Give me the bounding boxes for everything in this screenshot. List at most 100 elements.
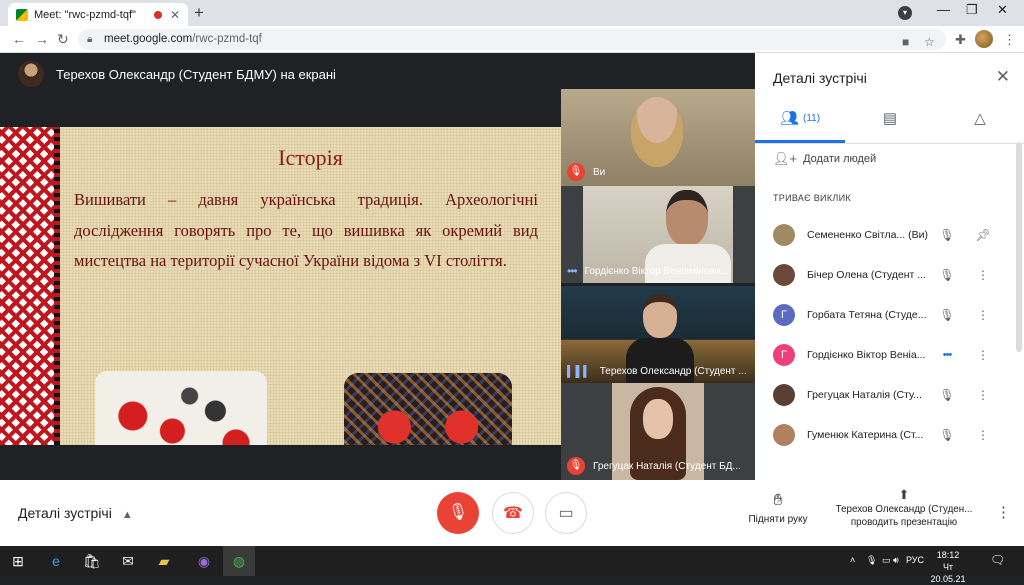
microphone-icon[interactable]: 🎙︎ — [866, 555, 877, 566]
more-options-icon[interactable]: ⋮ — [965, 348, 1001, 362]
close-window-button[interactable]: ✕ — [997, 2, 1008, 18]
chevron-up-icon[interactable]: ˄ — [850, 555, 855, 565]
tab-activities[interactable]: △ — [935, 109, 1024, 143]
language-indicator[interactable]: РУС — [906, 555, 924, 565]
participant-tile[interactable]: 🎙︎ Ви — [561, 89, 755, 186]
participant-name: Гуменюк Катерина (Ст... — [807, 429, 924, 441]
mic-off-icon[interactable]: 🎙︎ — [929, 268, 965, 282]
chat-icon: ▤ — [882, 110, 898, 127]
participant-tile[interactable]: ••• Гордієнко Віктор Веніамінови... — [561, 186, 755, 283]
people-icon: 👥︎ — [779, 110, 799, 127]
more-options-icon[interactable]: ⋮ — [965, 268, 1001, 282]
embroidery-border — [0, 127, 60, 445]
tab-people[interactable]: 👥︎ (11) — [755, 109, 845, 143]
audio-level-icon: ••• — [942, 349, 953, 361]
tile-label: Ви — [593, 166, 606, 178]
back-icon[interactable]: ← — [12, 31, 26, 47]
chrome-icon[interactable]: ◍ — [223, 546, 255, 576]
panel-scrollbar[interactable] — [1016, 142, 1022, 352]
address-bar[interactable]: 🔒︎ meet.google.com/rwc-pzmd-tqf ■ ☆ — [78, 29, 946, 50]
reload-icon[interactable]: ↻ — [57, 31, 69, 48]
list-item[interactable]: Бічер Олена (Студент ... 🎙︎ ⋮ — [755, 255, 1017, 295]
avatar — [773, 264, 795, 286]
clock[interactable]: 18:12 Чт 20.05.21 — [928, 549, 968, 585]
bookmark-star-icon[interactable]: ☆ — [924, 32, 935, 53]
clock-time: 18:12 — [936, 550, 960, 560]
more-options-icon[interactable]: ⋮ — [965, 428, 1001, 442]
tab-search-icon[interactable]: ▾ — [898, 6, 912, 20]
meeting-details-label: Деталі зустрічі — [18, 505, 112, 521]
close-tab-icon[interactable]: ✕ — [170, 8, 180, 22]
browser-toolbar: ← → ↻ 🔒︎ meet.google.com/rwc-pzmd-tqf ■ … — [0, 26, 1024, 53]
recording-indicator-icon — [153, 10, 162, 19]
tile-label: Гордієнко Віктор Веніамінови... — [584, 265, 729, 277]
mic-toggle-button[interactable]: 🎙︎ — [437, 492, 479, 534]
more-options-icon[interactable]: ⋮ — [965, 388, 1001, 402]
edge-icon[interactable]: e — [40, 546, 72, 576]
leave-call-button[interactable]: ☎︎ — [492, 492, 534, 534]
url-path: /rwc-pzmd-tqf — [192, 33, 262, 45]
minimize-button[interactable]: — — [937, 2, 950, 17]
new-tab-button[interactable]: + — [194, 3, 204, 23]
viber-icon[interactable]: ◉ — [188, 546, 220, 576]
extensions-icon[interactable]: ✚ — [955, 32, 966, 48]
more-options-icon[interactable]: ⋮ — [996, 503, 1011, 521]
list-item[interactable]: Семененко Світла... (Ви) 🎙︎ 📌︎ — [755, 215, 1017, 255]
list-item[interactable]: Гуменюк Катерина (Ст... 🎙︎ ⋮ — [755, 415, 1017, 455]
hang-up-icon: ☎︎ — [503, 505, 523, 522]
profile-avatar[interactable] — [975, 30, 993, 48]
more-options-icon[interactable]: ⋮ — [965, 308, 1001, 322]
notifications-icon[interactable]: 🗨︎ — [990, 553, 1005, 567]
participant-name: Грегуцак Наталія (Сту... — [807, 389, 922, 401]
camera-toggle-button[interactable]: ▭ — [545, 492, 587, 534]
participant-name: Бічер Олена (Студент ... — [807, 269, 927, 281]
activities-icon: △ — [974, 110, 986, 127]
pin-icon[interactable]: 📌︎ — [965, 228, 1001, 242]
volume-icon[interactable]: 🔊︎ — [893, 555, 899, 566]
store-icon[interactable]: 🛍︎ — [76, 546, 108, 576]
participant-tile[interactable]: ▍▌▍ Терехов Олександр (Студент ... — [561, 286, 755, 383]
avatar — [773, 384, 795, 406]
network-icon[interactable]: ▭ — [882, 555, 891, 566]
list-item[interactable]: Грегуцак Наталія (Сту... 🎙︎ ⋮ — [755, 375, 1017, 415]
forward-icon[interactable]: → — [35, 31, 49, 47]
tab-chat[interactable]: ▤ — [845, 109, 935, 143]
add-people-button[interactable]: 👤︎+ Додати людей — [773, 151, 876, 167]
maximize-button[interactable]: ❐ — [966, 2, 978, 18]
camera-icon: ▭ — [558, 505, 574, 522]
close-panel-icon[interactable]: ✕ — [996, 67, 1010, 87]
hand-icon: ✋︎ — [773, 492, 783, 509]
file-explorer-icon[interactable]: ▰ — [148, 546, 180, 576]
tile-label: Терехов Олександр (Студент ... — [599, 366, 747, 377]
raise-hand-button[interactable]: ✋︎ Підняти руку — [745, 492, 811, 525]
meeting-details-panel: Деталі зустрічі ✕ 👥︎ (11) ▤ △ 👤︎+ Додати … — [755, 53, 1024, 480]
embroidery-photo-1 — [95, 371, 267, 445]
presenting-name: Терехов Олександр (Студен... — [835, 504, 973, 515]
participant-name: Горбата Тетяна (Студе... — [807, 309, 927, 321]
participant-name: Семененко Світла... (Ви) — [807, 229, 928, 241]
mail-icon[interactable]: ✉︎ — [112, 546, 144, 576]
section-label: ТРИВАЄ ВИКЛИК — [773, 193, 851, 203]
browser-tab-meet[interactable]: Meet: "rwc-pzmd-tqf" ✕ — [8, 3, 188, 26]
windows-start-icon[interactable]: ⊞ — [2, 546, 34, 576]
slide-body-text: Вишивати – давня українська традиція. Ар… — [74, 190, 538, 270]
clock-date: Чт 20.05.21 — [930, 562, 966, 584]
meeting-details-button[interactable]: Деталі зустрічі ▲ — [18, 505, 133, 521]
list-item[interactable]: Г Горбата Тетяна (Студе... 🎙︎ ⋮ — [755, 295, 1017, 335]
mic-off-icon[interactable]: 🎙︎ — [929, 228, 965, 242]
avatar: Г — [773, 304, 795, 326]
chrome-menu-icon[interactable]: ⋮ — [1003, 32, 1016, 48]
camera-indicator-icon[interactable]: ■ — [902, 32, 909, 53]
mic-off-icon[interactable]: 🎙︎ — [929, 428, 965, 442]
mic-off-icon[interactable]: 🎙︎ — [929, 388, 965, 402]
presenter-avatar — [18, 61, 44, 87]
participant-tile[interactable]: 🎙︎ Грегуцак Наталія (Студент БД... — [561, 383, 755, 480]
speaking-icon: ▍▌▍ — [567, 366, 592, 378]
divider — [755, 143, 1024, 144]
mic-off-icon[interactable]: 🎙︎ — [929, 308, 965, 322]
slide-title: Історія — [278, 145, 343, 170]
presentation-status-button[interactable]: ⬆︎ Терехов Олександр (Студен... проводит… — [830, 488, 978, 529]
present-screen-icon: ⬆︎ — [898, 487, 910, 502]
list-item[interactable]: Г Гордієнко Віктор Веніа... ••• ⋮ — [755, 335, 1017, 375]
mic-off-icon: 🎙︎ — [567, 163, 585, 181]
